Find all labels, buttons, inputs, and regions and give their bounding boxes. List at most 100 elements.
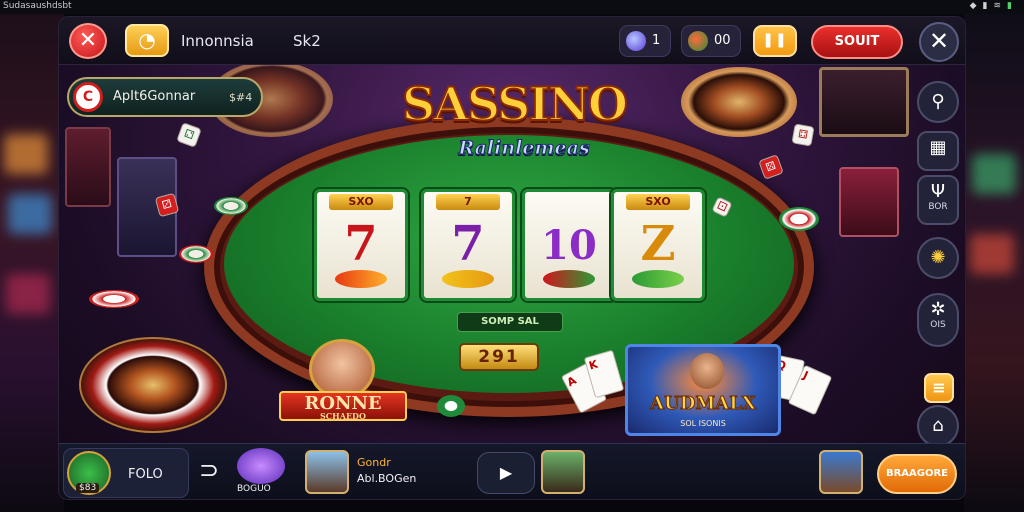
dice-icon: ⚃ (791, 123, 815, 147)
folo-label: FOLO (128, 467, 163, 482)
win-counter: 291 (459, 343, 539, 371)
home-icon[interactable]: ⌂ (917, 405, 959, 447)
pause-button[interactable]: ❚❚ (753, 25, 797, 57)
reel-symbol: 7 (344, 216, 378, 272)
souit-button[interactable]: SOUIT (811, 25, 903, 59)
top-bar: ✕ ◔ Innonnsia Sk2 1 00 ❚❚ SOUIT ✕ (59, 17, 965, 65)
promo-card-subtitle: SOL ISONIS (680, 419, 726, 428)
character-portrait (309, 339, 375, 399)
code-label: Sk2 (293, 32, 321, 50)
reel-symbol: 10 (541, 222, 597, 269)
folo-item[interactable]: $83 FOLO (63, 448, 189, 498)
roulette-wheel (681, 67, 797, 137)
gem-icon (626, 31, 646, 51)
reel-tag (537, 194, 601, 210)
background-arcade-glow (6, 274, 50, 314)
bogus-label: BOGUO (237, 484, 271, 494)
reel-tag: SXO (329, 194, 393, 210)
chip-stack (89, 290, 139, 308)
promo-card-title: AUDMALX (650, 393, 757, 415)
dice-icon: ⚁ (176, 122, 202, 148)
trophy-icon: Ψ (930, 181, 946, 202)
chip-stack (437, 395, 465, 417)
background-slot-machine (65, 127, 111, 207)
background-slot-machine (819, 67, 909, 137)
game-subtitle: Ralinlemeas (458, 137, 590, 160)
cherry-icon (543, 270, 595, 288)
os-title: Sudasaushdsbt (3, 1, 72, 11)
slot-reel-2[interactable]: 7 7 (421, 189, 515, 301)
reel-tag: 7 (436, 194, 500, 210)
chili-icon (335, 270, 387, 288)
coin-button[interactable]: ◔ (125, 24, 169, 57)
username-label: Innonnsia (181, 32, 254, 50)
gems-counter[interactable]: 1 (619, 25, 671, 57)
os-status-bar: Sudasaushdsbt ◆▮≋▮ (0, 0, 1024, 14)
reel-tag: SXO (626, 194, 690, 210)
game-frame: SASSINO Ralinlemeas SXO 7 7 7 10 SXO Z S… (58, 16, 966, 500)
menu-icon[interactable]: ≡ (924, 373, 954, 403)
coins-value: 00 (714, 33, 731, 48)
ronne-promo-badge[interactable]: RONNE SCHAEDO (279, 339, 407, 429)
play-button[interactable]: ▶ (477, 452, 535, 494)
bracket-icon[interactable]: ⊃ (199, 456, 219, 484)
game-thumbnail[interactable] (305, 450, 349, 494)
background-arcade-glow (970, 234, 1014, 274)
leaf-icon (632, 270, 684, 288)
trophy-button[interactable]: Ψ BOR (917, 175, 959, 225)
folo-badge: $83 (76, 483, 100, 493)
battery-icon: ▮ (1007, 1, 1018, 11)
bottom-bar: $83 FOLO ⊃ BOGUO Gondr Abl.BOGen ▶ BRAAG… (59, 443, 965, 499)
signal-icon: ▮ (982, 1, 994, 11)
background-blur-right (964, 14, 1024, 512)
gems-value: 1 (652, 33, 661, 48)
gear-icon: ✲ (930, 299, 946, 320)
wifi-icon: ≋ (993, 1, 1008, 11)
character-portrait (690, 353, 724, 389)
player-score: $#4 (229, 91, 253, 104)
chip-stack (214, 197, 248, 215)
avatar: C (73, 82, 103, 112)
chip-stack (779, 207, 819, 231)
bogus-thumbnail[interactable] (237, 448, 285, 484)
bet-label: SOMP SAL (457, 312, 563, 332)
dice-icon: ⚄ (758, 154, 784, 180)
player-name: ApIt6Gonnar (113, 89, 196, 104)
slot-reel-1[interactable]: SXO 7 (314, 189, 408, 301)
os-status-icons: ◆▮≋▮ (970, 1, 1018, 11)
search-icon[interactable]: ⚲ (917, 81, 959, 123)
background-blur-left (0, 14, 64, 512)
reel-symbol: Z (640, 216, 676, 272)
coins-counter[interactable]: 00 (681, 25, 741, 57)
captain-thumbnail[interactable] (819, 450, 863, 494)
banana-icon (442, 270, 494, 288)
grid-icon: ▦ (929, 137, 947, 158)
close-button[interactable]: ✕ (69, 23, 107, 59)
roulette-wheel (79, 337, 227, 433)
player-badge[interactable]: C ApIt6Gonnar $#4 (67, 77, 263, 117)
background-arcade-glow (8, 194, 52, 234)
background-arcade-glow (4, 134, 48, 174)
diamond-icon: ◆ (969, 1, 983, 11)
audmalx-promo-card[interactable]: AUDMALX SOL ISONIS (625, 344, 781, 436)
player-thumbnail[interactable] (541, 450, 585, 494)
settings-button[interactable]: ✲ OIS (917, 293, 959, 347)
braagore-button[interactable]: BRAAGORE (877, 454, 957, 494)
background-slot-machine (839, 167, 899, 237)
trophy-label: BOR (928, 202, 948, 212)
game-name: Gondr (357, 456, 391, 469)
ronne-subtitle: SCHAEDO (320, 411, 366, 421)
ronne-ribbon: RONNE SCHAEDO (279, 391, 407, 421)
grid-button[interactable]: ▦ (917, 131, 959, 171)
reel-symbol: 7 (451, 216, 485, 272)
slot-reel-4[interactable]: SXO Z (611, 189, 705, 301)
slot-reel-3[interactable]: 10 (522, 189, 616, 301)
game-code: Abl.BOGen (357, 472, 417, 485)
fruit-icon (688, 31, 708, 51)
chip-stack (179, 245, 213, 263)
exit-button[interactable]: ✕ (919, 22, 959, 62)
sun-icon[interactable]: ✺ (917, 237, 959, 279)
game-title: SASSINO (401, 76, 629, 132)
settings-label: OIS (930, 320, 946, 330)
background-arcade-glow (972, 154, 1016, 194)
